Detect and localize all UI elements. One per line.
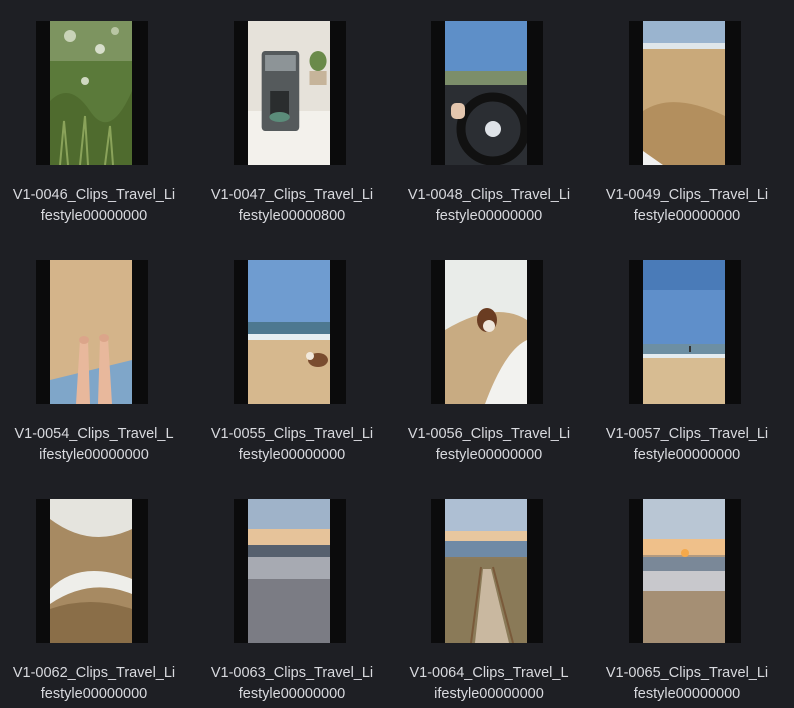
boardwalk-thumbnail-image bbox=[445, 499, 527, 643]
file-name: V1-0065_Clips_Travel_Li festyle00000000 bbox=[605, 665, 769, 702]
video-thumbnail[interactable] bbox=[629, 21, 741, 165]
file-name: V1-0054_Clips_Travel_L ifestyle00000000 bbox=[14, 426, 174, 463]
foam-waves-thumbnail-image bbox=[50, 499, 132, 643]
sunset-sea-thumbnail-image bbox=[248, 499, 330, 643]
video-thumbnail[interactable] bbox=[36, 260, 148, 404]
file-item[interactable]: V1-0054_Clips_Travel_L ifestyle00000000 bbox=[0, 260, 196, 480]
file-item[interactable]: V1-0055_Clips_Travel_Li festyle00000000 bbox=[198, 260, 394, 480]
sunset-beach-thumbnail-image bbox=[643, 499, 725, 643]
file-item[interactable]: V1-0048_Clips_Travel_Li festyle00000000 bbox=[395, 21, 591, 241]
grass-thumbnail-image bbox=[50, 21, 132, 165]
video-thumbnail[interactable] bbox=[431, 499, 543, 643]
file-name: V1-0063_Clips_Travel_Li festyle00000000 bbox=[210, 665, 374, 702]
video-thumbnail[interactable] bbox=[629, 499, 741, 643]
file-item[interactable]: V1-0057_Clips_Travel_Li festyle00000000 bbox=[593, 260, 789, 480]
dog-in-surf-thumbnail-image bbox=[445, 260, 527, 404]
legs-on-sand-thumbnail-image bbox=[50, 260, 132, 404]
beach-sky-thumbnail-image bbox=[643, 260, 725, 404]
file-item[interactable]: V1-0063_Clips_Travel_Li festyle00000000 bbox=[198, 499, 394, 708]
file-item[interactable]: V1-0049_Clips_Travel_Li festyle00000000 bbox=[593, 21, 789, 241]
file-name: V1-0056_Clips_Travel_Li festyle00000000 bbox=[407, 426, 571, 463]
coffee-machine-thumbnail-image bbox=[248, 21, 330, 165]
video-thumbnail[interactable] bbox=[36, 21, 148, 165]
file-name: V1-0048_Clips_Travel_Li festyle00000000 bbox=[407, 187, 571, 224]
video-thumbnail[interactable] bbox=[431, 260, 543, 404]
file-name: V1-0062_Clips_Travel_Li festyle00000000 bbox=[12, 665, 176, 702]
file-item[interactable]: V1-0064_Clips_Travel_L ifestyle00000000 bbox=[395, 499, 591, 708]
file-name: V1-0046_Clips_Travel_Li festyle00000000 bbox=[12, 187, 176, 224]
file-item[interactable]: V1-0065_Clips_Travel_Li festyle00000000 bbox=[593, 499, 789, 708]
file-name: V1-0064_Clips_Travel_L ifestyle00000000 bbox=[409, 665, 569, 702]
file-name: V1-0047_Clips_Travel_Li festyle00000800 bbox=[210, 187, 374, 224]
video-thumbnail[interactable] bbox=[36, 499, 148, 643]
video-thumbnail[interactable] bbox=[629, 260, 741, 404]
car-interior-thumbnail-image bbox=[445, 21, 527, 165]
file-item[interactable]: V1-0056_Clips_Travel_Li festyle00000000 bbox=[395, 260, 591, 480]
file-name: V1-0057_Clips_Travel_Li festyle00000000 bbox=[605, 426, 769, 463]
video-thumbnail[interactable] bbox=[234, 499, 346, 643]
video-thumbnail[interactable] bbox=[234, 260, 346, 404]
file-grid: V1-0046_Clips_Travel_Li festyle00000000 V bbox=[0, 0, 794, 708]
video-thumbnail[interactable] bbox=[431, 21, 543, 165]
video-thumbnail[interactable] bbox=[234, 21, 346, 165]
dog-on-beach-thumbnail-image bbox=[248, 260, 330, 404]
file-item[interactable]: V1-0047_Clips_Travel_Li festyle00000800 bbox=[198, 21, 394, 241]
sand-beach-thumbnail-image bbox=[643, 21, 725, 165]
file-item[interactable]: V1-0046_Clips_Travel_Li festyle00000000 bbox=[0, 21, 196, 241]
file-name: V1-0049_Clips_Travel_Li festyle00000000 bbox=[605, 187, 769, 224]
file-item[interactable]: V1-0062_Clips_Travel_Li festyle00000000 bbox=[0, 499, 196, 708]
file-name: V1-0055_Clips_Travel_Li festyle00000000 bbox=[210, 426, 374, 463]
